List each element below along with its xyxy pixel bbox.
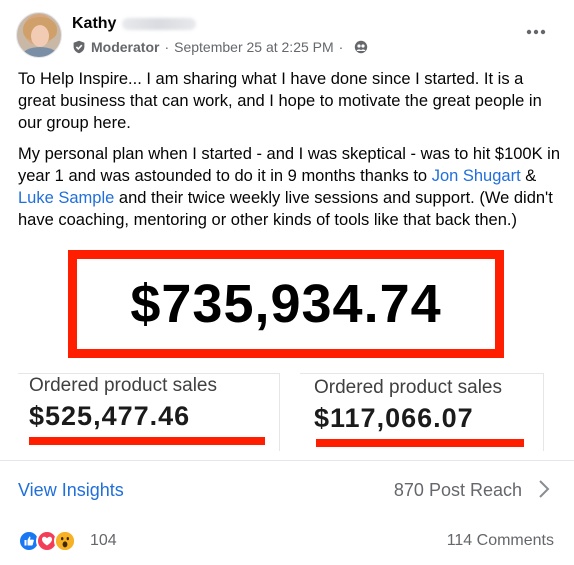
post-timestamp[interactable]: September 25 at 2:25 PM (174, 39, 334, 55)
comment-count[interactable]: 114 Comments (447, 532, 554, 550)
total-sales-box: $735,934.74 (68, 250, 504, 358)
view-insights-link[interactable]: View Insights (18, 480, 124, 501)
post-paragraph-1: To Help Inspire... I am sharing what I h… (18, 70, 542, 132)
sales-value-1: $525,477.46 (29, 401, 191, 431)
author-row: Kathy (72, 13, 197, 35)
author-avatar[interactable] (16, 12, 62, 58)
sales-underline-2 (316, 439, 524, 447)
blurred-surname (122, 18, 197, 30)
meta-separator: · (164, 39, 170, 55)
audience-group-icon[interactable] (354, 40, 368, 54)
sales-panel-2: Ordered product sales $117,066.07 (300, 373, 550, 453)
mention-luke-sample[interactable]: Luke Sample (18, 189, 114, 207)
ellipsis-icon (526, 29, 546, 35)
paragraph-2-text-b: & (520, 167, 537, 185)
post-body: To Help Inspire... I am sharing what I h… (18, 68, 562, 240)
insights-bar: View Insights 870 Post Reach (0, 460, 574, 518)
sales-label-1: Ordered product sales (29, 375, 217, 396)
sales-label-2: Ordered product sales (314, 377, 502, 398)
sales-underline-1 (29, 437, 265, 445)
post-meta: Moderator · September 25 at 2:25 PM · (72, 37, 368, 57)
author-name[interactable]: Kathy (72, 15, 116, 33)
moderator-shield-icon (72, 40, 86, 54)
post-card: Kathy Moderator · September 25 at 2:25 P… (0, 0, 574, 565)
reactions-bar: 104 114 Comments (0, 518, 574, 565)
author-role: Moderator (91, 39, 160, 55)
reaction-icons[interactable] (18, 530, 76, 552)
reaction-count[interactable]: 104 (90, 532, 117, 550)
mention-jon-shugart[interactable]: Jon Shugart (432, 167, 521, 185)
sales-panel-1: Ordered product sales $525,477.46 (18, 373, 288, 453)
chevron-right-icon[interactable] (536, 478, 552, 500)
post-paragraph-2: My personal plan when I started - and I … (18, 143, 562, 231)
post-reach-count: 870 Post Reach (393, 480, 522, 500)
more-options-button[interactable] (518, 20, 554, 44)
post-image[interactable]: $735,934.74 Ordered product sales $525,4… (0, 245, 574, 460)
total-sales-value: $735,934.74 (130, 274, 442, 334)
wow-icon (54, 530, 76, 552)
sales-value-2: $117,066.07 (314, 403, 474, 433)
meta-separator-2: · (338, 39, 344, 55)
